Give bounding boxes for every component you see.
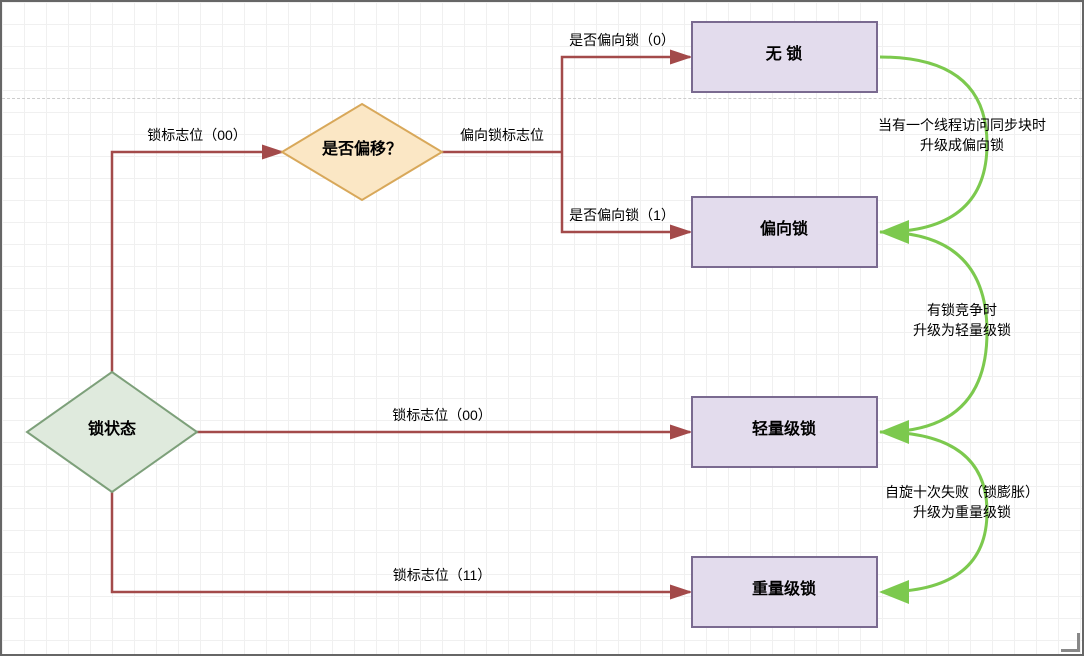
note-n3a: 自旋十次失败（锁膨胀）	[885, 484, 1039, 500]
note-n2a: 有锁竞争时	[927, 302, 997, 318]
node-isbias-label: 是否偏移？	[321, 139, 402, 158]
note-n3b: 升级为重量级锁	[913, 504, 1011, 520]
node-biaslock-label: 偏向锁	[760, 219, 808, 238]
note-n2b: 升级为轻量级锁	[913, 322, 1011, 338]
node-start-label: 锁状态	[88, 419, 136, 438]
node-biaslock: 偏向锁	[692, 197, 877, 267]
note-n1b: 升级成偏向锁	[920, 137, 1004, 153]
node-hwlock-label: 重量级锁	[752, 579, 816, 598]
resize-corner-icon	[1061, 633, 1080, 652]
note-n1a: 当有一个线程访问同步块时	[878, 117, 1046, 133]
node-lwlock: 轻量级锁	[692, 397, 877, 467]
edge-start-to-isbias	[112, 152, 282, 382]
node-lwlock-label: 轻量级锁	[752, 419, 816, 438]
node-nolock-label: 无 锁	[765, 44, 802, 63]
node-nolock: 无 锁	[692, 22, 877, 92]
edge-label-e3: 是否偏向锁（0）	[569, 32, 675, 48]
edge-label-e4: 是否偏向锁（1）	[569, 207, 675, 223]
node-start: 锁状态	[27, 372, 197, 492]
node-hwlock: 重量级锁	[692, 557, 877, 627]
node-isbias: 是否偏移？	[282, 104, 442, 200]
edge-label-e5: 锁标志位（00）	[392, 407, 492, 423]
diagram-frame: 锁标志位（00） 偏向锁标志位 是否偏向锁（0） 是否偏向锁（1） 锁标志位（0…	[0, 0, 1084, 656]
edge-label-e6: 锁标志位（11）	[393, 567, 492, 583]
edge-label-e2: 偏向锁标志位	[460, 127, 544, 143]
edge-label-e1: 锁标志位（00）	[147, 127, 247, 143]
edge-to-nolock	[562, 57, 690, 152]
flow-svg: 锁标志位（00） 偏向锁标志位 是否偏向锁（0） 是否偏向锁（1） 锁标志位（0…	[2, 2, 1084, 658]
